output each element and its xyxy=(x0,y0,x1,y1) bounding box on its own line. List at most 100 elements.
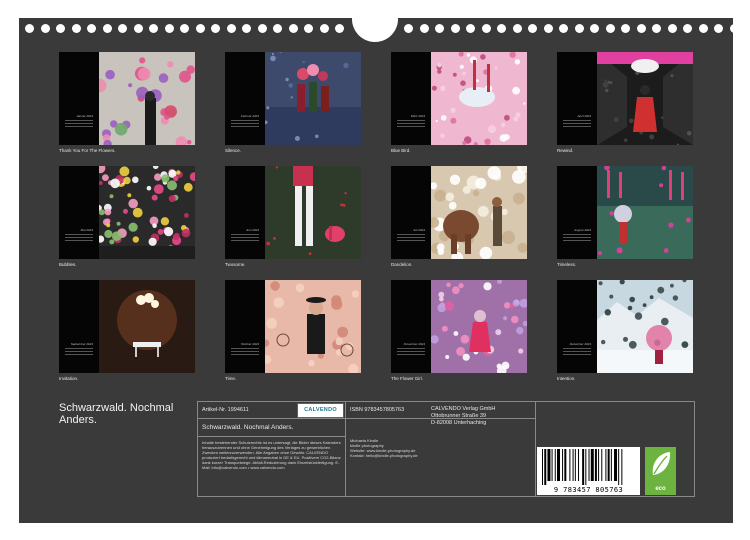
mini-calendar: März 2024 xyxy=(397,114,425,134)
photo-caption: Silence. xyxy=(225,148,242,153)
month-label: Juni 2024 xyxy=(245,228,259,232)
binding-hole xyxy=(164,24,174,33)
mini-calendar: September 2024 xyxy=(65,342,93,362)
isbn: ISBN 9783457805763 xyxy=(350,407,405,413)
binding-hole xyxy=(559,24,568,33)
month-thumbnail: März 2024 xyxy=(391,52,527,145)
binding-hole xyxy=(118,24,127,33)
mini-calendar: Juli 2024 xyxy=(397,228,425,248)
calendar-panel: August 2024 xyxy=(557,166,597,259)
month-label: November 2024 xyxy=(403,342,425,346)
calendar-panel: Februar 2024 xyxy=(225,52,265,145)
mini-calendar: August 2024 xyxy=(563,228,591,248)
mini-calendar: Mai 2024 xyxy=(65,228,93,248)
month-label: Januar 2024 xyxy=(76,114,93,118)
mini-calendar: Dezember 2024 xyxy=(563,342,591,362)
binding-hole xyxy=(729,24,739,33)
binding-hole xyxy=(242,24,251,33)
month-label: September 2024 xyxy=(70,342,93,346)
binding-hole xyxy=(512,24,522,33)
month-thumbnail: Mai 2024 xyxy=(59,166,195,259)
mini-calendar: April 2024 xyxy=(563,114,591,134)
photo-caption: Dandelion. xyxy=(391,262,413,267)
binding-hole xyxy=(698,24,708,33)
calendar-panel: September 2024 xyxy=(59,280,99,373)
month-photo xyxy=(265,280,361,373)
binding-hole xyxy=(605,24,615,33)
photo-caption: Time. xyxy=(225,376,237,381)
mini-calendar: Juni 2024 xyxy=(231,228,259,248)
binding-hole xyxy=(195,24,205,33)
month-photo xyxy=(265,52,361,145)
binding-hole xyxy=(288,24,298,33)
month-label: Juli 2024 xyxy=(412,228,425,232)
calendar-panel: Januar 2024 xyxy=(59,52,99,145)
month-photo xyxy=(597,52,693,145)
mini-calendar: November 2024 xyxy=(397,342,425,362)
binding-hole xyxy=(636,24,646,33)
binding-hole xyxy=(466,24,475,33)
binding-hole xyxy=(133,24,143,33)
binding-hole xyxy=(211,24,220,33)
binding-hole xyxy=(319,24,329,33)
binding-hole xyxy=(335,24,344,33)
binding-hole xyxy=(543,24,553,33)
publisher-address: CALVENDO Verlag GmbH Ottobrunner Straße … xyxy=(431,406,496,426)
month-thumbnail: April 2024 xyxy=(557,52,693,145)
calendar-subtitle: Schwarzwald. Nochmal Anders. xyxy=(202,424,294,431)
calendar-panel: Mai 2024 xyxy=(59,166,99,259)
binding-hole xyxy=(87,24,96,33)
binding-hole xyxy=(621,24,630,33)
month-thumbnail: November 2024 xyxy=(391,280,527,373)
month-thumbnail: Dezember 2024 xyxy=(557,280,693,373)
photo-caption: Rewind. xyxy=(557,148,574,153)
month-label: August 2024 xyxy=(574,228,591,232)
binding-hole xyxy=(419,24,429,33)
month-photo xyxy=(99,166,195,259)
month-label: Februar 2024 xyxy=(240,114,259,118)
binding-hole xyxy=(149,24,158,33)
calendar-panel: März 2024 xyxy=(391,52,431,145)
barcode-number: 9 783457 805763 xyxy=(553,486,624,494)
photo-caption: Twosome. xyxy=(225,262,246,267)
photo-caption: The Flower Girl. xyxy=(391,376,424,381)
photo-caption: Invitation. xyxy=(59,376,79,381)
month-thumbnail: Januar 2024 xyxy=(59,52,195,145)
mini-calendar: Februar 2024 xyxy=(231,114,259,134)
photo-caption: Bubbles. xyxy=(59,262,77,267)
binding-hole xyxy=(40,24,50,33)
binding-hole xyxy=(528,24,537,33)
calendar-title: Schwarzwald. Nochmal Anders. xyxy=(59,402,174,426)
binding-hole xyxy=(226,24,236,33)
calendar-panel: Juni 2024 xyxy=(225,166,265,259)
legal-text: Inhalte bestehender Schutzrechte ist es … xyxy=(202,440,341,470)
binding-hole xyxy=(257,24,267,33)
month-photo xyxy=(597,166,693,259)
month-thumbnail: Februar 2024 xyxy=(225,52,361,145)
binding-hole xyxy=(497,24,506,33)
month-photo xyxy=(597,280,693,373)
binding-hole xyxy=(435,24,444,33)
photo-caption: Intention. xyxy=(557,376,576,381)
calvendo-logo: CALVENDO xyxy=(297,403,344,418)
binding-hole xyxy=(574,24,584,33)
isbn-barcode: 9 783457 805763 xyxy=(537,447,640,495)
article-number: Artikel-Nr. 1994611 xyxy=(202,407,249,413)
month-thumbnail: September 2024 xyxy=(59,280,195,373)
calendar-panel: November 2024 xyxy=(391,280,431,373)
leaf-icon xyxy=(652,452,671,475)
binding-hole xyxy=(481,24,491,33)
month-photo xyxy=(99,52,195,145)
calendar-panel: April 2024 xyxy=(557,52,597,145)
calendar-panel: Oktober 2024 xyxy=(225,280,265,373)
mini-calendar: Oktober 2024 xyxy=(231,342,259,362)
binding-hole xyxy=(56,24,65,33)
binding-hole xyxy=(71,24,81,33)
author-info: Michaela Kindle kindle photography Websi… xyxy=(350,438,418,458)
binding-hole xyxy=(683,24,692,33)
photo-caption: Timeless. xyxy=(557,262,577,267)
binding-hole xyxy=(25,24,34,33)
eco-badge: eco xyxy=(645,447,676,495)
binding-hole xyxy=(652,24,661,33)
binding-hole xyxy=(714,24,723,33)
